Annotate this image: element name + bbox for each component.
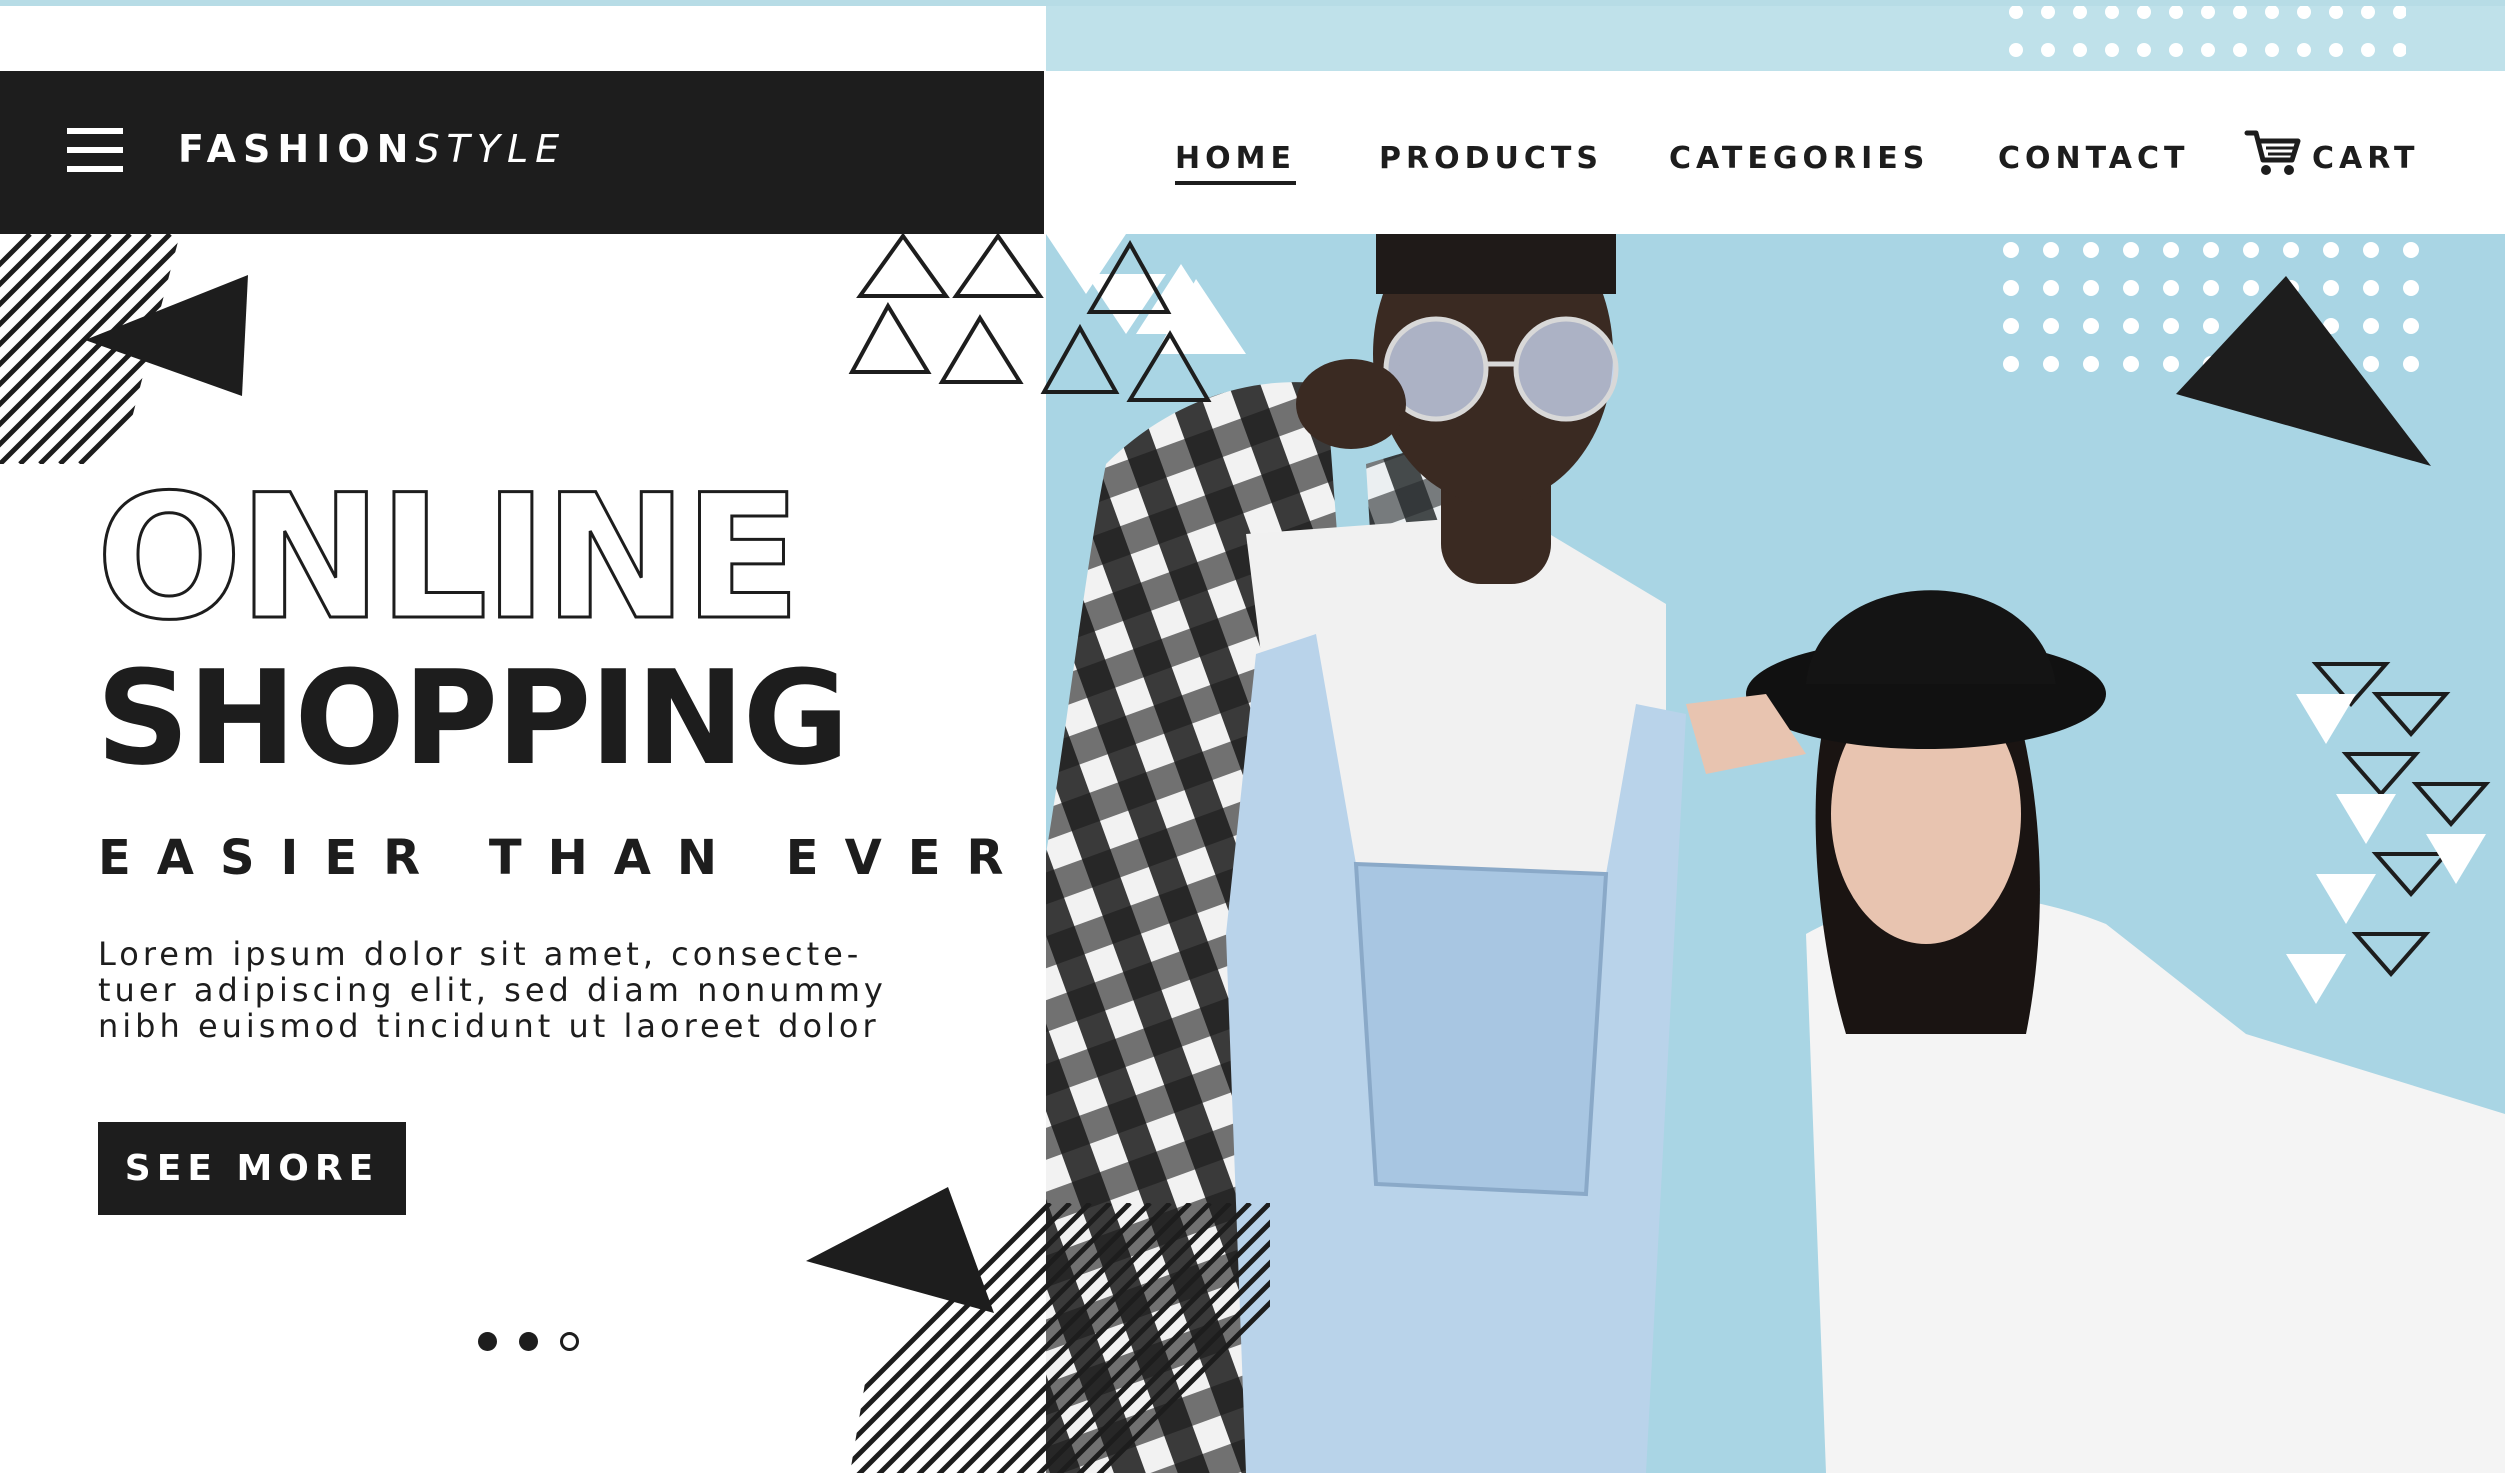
hamburger-menu-icon[interactable] — [60, 120, 130, 180]
cart-label: CART — [2312, 141, 2420, 176]
carousel-dot-1[interactable] — [478, 1332, 497, 1351]
hero-headline-line1: ONLINE — [94, 457, 802, 658]
carousel-dot-2[interactable] — [519, 1332, 538, 1351]
nav-categories-link[interactable]: CATEGORIES — [1669, 141, 1929, 177]
carousel-dot-3[interactable] — [560, 1332, 579, 1351]
outlined-triangles-cluster-2 — [1040, 239, 1212, 402]
dot-pattern-top — [2009, 6, 2406, 57]
hero-tagline: EASIER THAN EVER — [98, 830, 1030, 886]
brand-logo[interactable]: FASHIONSTYLE — [178, 124, 566, 174]
nav-home-link[interactable]: HOME — [1175, 141, 1296, 185]
stripe-pattern-bottom — [850, 1203, 1270, 1473]
brand-name-part1: FASHION — [178, 127, 416, 171]
top-right-blue-band — [1046, 6, 2505, 71]
hero-body-text: Lorem ipsum dolor sit amet, consecte- tu… — [98, 935, 887, 1045]
shopping-cart-icon — [2244, 130, 2301, 175]
see-more-button[interactable]: SEE MORE — [98, 1122, 406, 1215]
brand-name-part2: STYLE — [415, 127, 567, 171]
cart-button[interactable]: CART — [2244, 128, 2414, 184]
black-triangle-top-left — [85, 275, 248, 396]
top-left-spacer — [0, 6, 1046, 71]
nav-products-link[interactable]: PRODUCTS — [1379, 141, 1603, 177]
nav-contact-link[interactable]: CONTACT — [1998, 141, 2189, 177]
hero-headline-line2: SHOPPING — [96, 642, 849, 794]
